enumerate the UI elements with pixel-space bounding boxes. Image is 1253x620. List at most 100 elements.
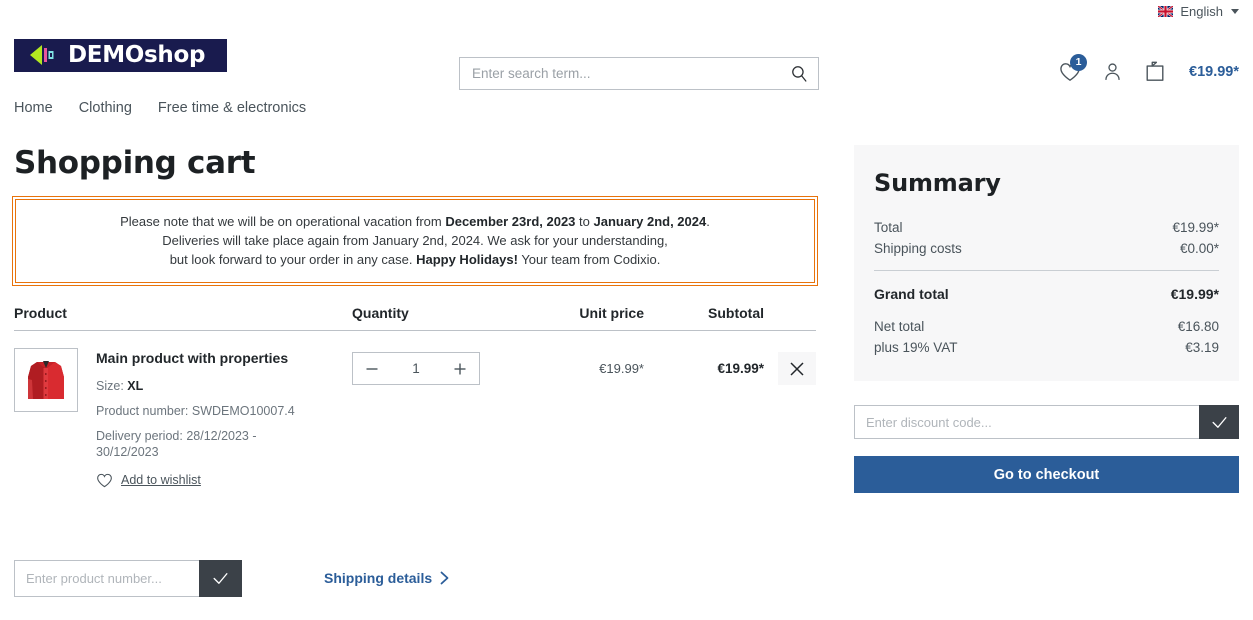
add-product-number-form bbox=[14, 559, 242, 597]
product-number: Product number: SWDEMO10007.4 bbox=[96, 403, 295, 418]
discount-code-form bbox=[854, 405, 1239, 439]
summary-total-value: €19.99* bbox=[1172, 220, 1219, 235]
cart-total-price[interactable]: €19.99* bbox=[1189, 64, 1239, 80]
product-size: Size: XL bbox=[96, 378, 296, 394]
main-content: Shopping cart Please note that we will b… bbox=[0, 126, 1253, 597]
product-info: Main product with properties Size: XL Pr… bbox=[96, 348, 296, 488]
vacation-notice-banner: Please note that we will be on operation… bbox=[12, 196, 818, 286]
summary-vat-value: €3.19 bbox=[1185, 340, 1219, 355]
summary-panel: Summary Total €19.99* Shipping costs €0.… bbox=[854, 145, 1239, 381]
search-button[interactable] bbox=[779, 57, 819, 90]
user-icon bbox=[1105, 63, 1120, 80]
summary-spacer bbox=[874, 305, 1219, 316]
cart-table-header: Product Quantity Unit price Subtotal bbox=[14, 305, 816, 331]
remove-cell bbox=[764, 348, 816, 385]
account-button[interactable] bbox=[1102, 61, 1123, 82]
quantity-increase-button[interactable] bbox=[441, 353, 479, 384]
notice-happy-holidays: Happy Holidays! bbox=[416, 252, 518, 267]
column-header-subtotal: Subtotal bbox=[708, 305, 764, 321]
notice-start-date: December 23rd, 2023 bbox=[445, 214, 576, 229]
notice-line-1: Please note that we will be on operation… bbox=[26, 212, 804, 231]
close-icon bbox=[790, 361, 804, 376]
check-icon bbox=[1211, 416, 1227, 428]
cart-column: Shopping cart Please note that we will b… bbox=[12, 126, 818, 597]
nav-item-clothing[interactable]: Clothing bbox=[79, 100, 132, 116]
table-row: Main product with properties Size: XL Pr… bbox=[14, 331, 816, 488]
nav-item-free-time-electronics[interactable]: Free time & electronics bbox=[158, 100, 306, 116]
notice-line3-part-c: Your team from Codixio. bbox=[517, 252, 661, 267]
main-navigation: Home Clothing Free time & electronics bbox=[0, 90, 1253, 126]
summary-vat-label: plus 19% VAT bbox=[874, 340, 958, 355]
discount-code-input[interactable] bbox=[854, 405, 1199, 439]
quantity-decrease-button[interactable] bbox=[353, 353, 391, 384]
remove-item-button[interactable] bbox=[778, 352, 816, 385]
column-header-unit-price: Unit price bbox=[579, 305, 644, 321]
notice-line3-part-a: but look forward to your order in any ca… bbox=[169, 252, 417, 267]
notice-line1-part-a: Please note that we will be on operation… bbox=[120, 214, 446, 229]
heart-icon bbox=[97, 473, 112, 488]
search-icon bbox=[791, 66, 806, 82]
notice-line1-part-e: . bbox=[706, 214, 710, 229]
summary-grand-total-label: Grand total bbox=[874, 286, 949, 302]
summary-row-net-total: Net total €16.80 bbox=[874, 316, 1219, 337]
search-bar bbox=[459, 57, 819, 90]
page-title: Shopping cart bbox=[14, 145, 256, 181]
summary-title: Summary bbox=[874, 169, 1001, 197]
product-size-label: Size: bbox=[96, 378, 128, 393]
language-selector[interactable]: English bbox=[1158, 4, 1239, 19]
summary-divider bbox=[874, 270, 1219, 271]
summary-grand-total-value: €19.99* bbox=[1170, 286, 1219, 302]
header-actions: 1 €19.99* bbox=[1059, 53, 1239, 83]
go-to-checkout-button[interactable]: Go to checkout bbox=[854, 456, 1239, 493]
summary-row-shipping: Shipping costs €0.00* bbox=[874, 238, 1219, 259]
top-bar: English bbox=[0, 0, 1253, 22]
notice-end-date: January 2nd, 2024 bbox=[593, 214, 707, 229]
product-cell: Main product with properties Size: XL Pr… bbox=[14, 348, 352, 488]
wishlist-button[interactable]: 1 bbox=[1059, 53, 1087, 82]
subtotal-value: €19.99* bbox=[717, 361, 764, 376]
site-header: DEMOshop 1 bbox=[0, 22, 1253, 90]
unit-price-value: €19.99* bbox=[599, 361, 644, 376]
logo-text: DEMOshop bbox=[68, 42, 206, 68]
column-header-quantity: Quantity bbox=[352, 305, 409, 321]
add-to-wishlist-link[interactable]: Add to wishlist bbox=[96, 473, 296, 488]
product-number-submit-button[interactable] bbox=[199, 559, 242, 597]
notice-line-3: but look forward to your order in any ca… bbox=[26, 250, 804, 269]
shipping-details-label: Shipping details bbox=[324, 570, 433, 587]
summary-shipping-label: Shipping costs bbox=[874, 241, 962, 256]
product-delivery-period: Delivery period: 28/12/2023 - 30/12/2023 bbox=[96, 428, 257, 459]
cart-button[interactable] bbox=[1144, 60, 1166, 83]
search-input[interactable] bbox=[459, 57, 819, 90]
product-size-value: XL bbox=[127, 378, 144, 393]
logo-mark-icon bbox=[28, 44, 54, 66]
summary-row-total: Total €19.99* bbox=[874, 217, 1219, 238]
product-thumbnail[interactable] bbox=[14, 348, 78, 412]
discount-submit-button[interactable] bbox=[1199, 405, 1239, 439]
nav-item-home[interactable]: Home bbox=[14, 100, 53, 116]
quantity-stepper bbox=[352, 352, 480, 385]
check-icon bbox=[213, 572, 228, 584]
notice-line-2: Deliveries will take place again from Ja… bbox=[162, 233, 668, 248]
quantity-input[interactable] bbox=[391, 361, 441, 376]
uk-flag-icon bbox=[1158, 5, 1174, 17]
notice-line1-part-c: to bbox=[575, 214, 594, 229]
quantity-cell bbox=[352, 348, 512, 385]
minus-icon bbox=[366, 367, 378, 370]
summary-row-vat: plus 19% VAT €3.19 bbox=[874, 337, 1219, 358]
plus-icon bbox=[454, 363, 466, 374]
shipping-details-link[interactable]: Shipping details bbox=[324, 570, 449, 586]
add-to-wishlist-label: Add to wishlist bbox=[121, 473, 201, 488]
summary-net-total-label: Net total bbox=[874, 319, 925, 334]
product-image bbox=[15, 349, 77, 411]
bag-icon bbox=[1146, 61, 1164, 81]
chevron-down-icon bbox=[1231, 8, 1239, 14]
logo[interactable]: DEMOshop bbox=[14, 38, 227, 72]
product-name[interactable]: Main product with properties bbox=[96, 350, 296, 367]
wishlist-badge: 1 bbox=[1070, 53, 1087, 71]
summary-total-label: Total bbox=[874, 220, 903, 235]
summary-column: Summary Total €19.99* Shipping costs €0.… bbox=[854, 126, 1239, 493]
summary-shipping-value: €0.00* bbox=[1179, 241, 1219, 256]
product-number-input[interactable] bbox=[14, 559, 199, 597]
summary-row-grand-total: Grand total €19.99* bbox=[874, 283, 1219, 305]
language-label: English bbox=[1180, 3, 1223, 19]
